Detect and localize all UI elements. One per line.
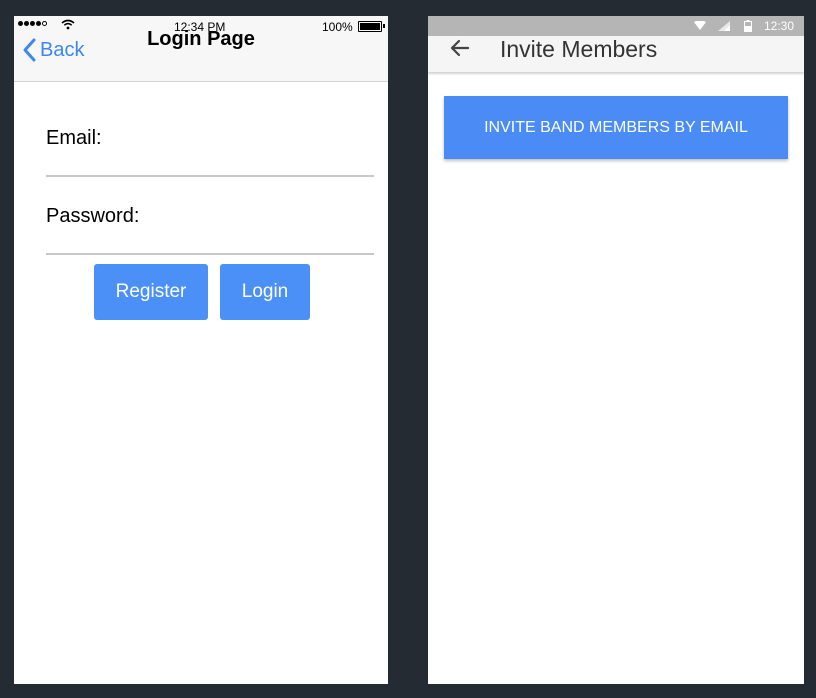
password-label: Password: [46,205,140,227]
invite-band-members-button[interactable]: INVITE BAND MEMBERS BY EMAIL [444,96,788,159]
ios-navigation-bar: 12:34 PM 100% Back Login Page [14,16,388,82]
page-title: Login Page [147,28,255,50]
app-bar: Invite Members [428,36,804,72]
email-field[interactable] [46,175,374,177]
password-field[interactable] [46,253,374,255]
signal-strength-icon [718,21,730,31]
login-button[interactable]: Login [220,264,310,320]
email-label: Email: [46,127,102,149]
ios-login-screen: 12:34 PM 100% Back Login Page Email: Pas… [14,16,388,684]
status-time: 12:30 [763,19,794,33]
wifi-icon [694,21,706,30]
register-button[interactable]: Register [94,264,208,320]
page-title: Invite Members [500,36,658,62]
arrow-back-icon[interactable] [448,36,472,60]
signal-strength-icon [18,21,47,26]
android-status-bar: 12:30 [428,16,804,36]
android-invite-screen: 12:30 Invite Members INVITE BAND MEMBERS… [428,16,804,684]
battery-icon [744,20,752,32]
